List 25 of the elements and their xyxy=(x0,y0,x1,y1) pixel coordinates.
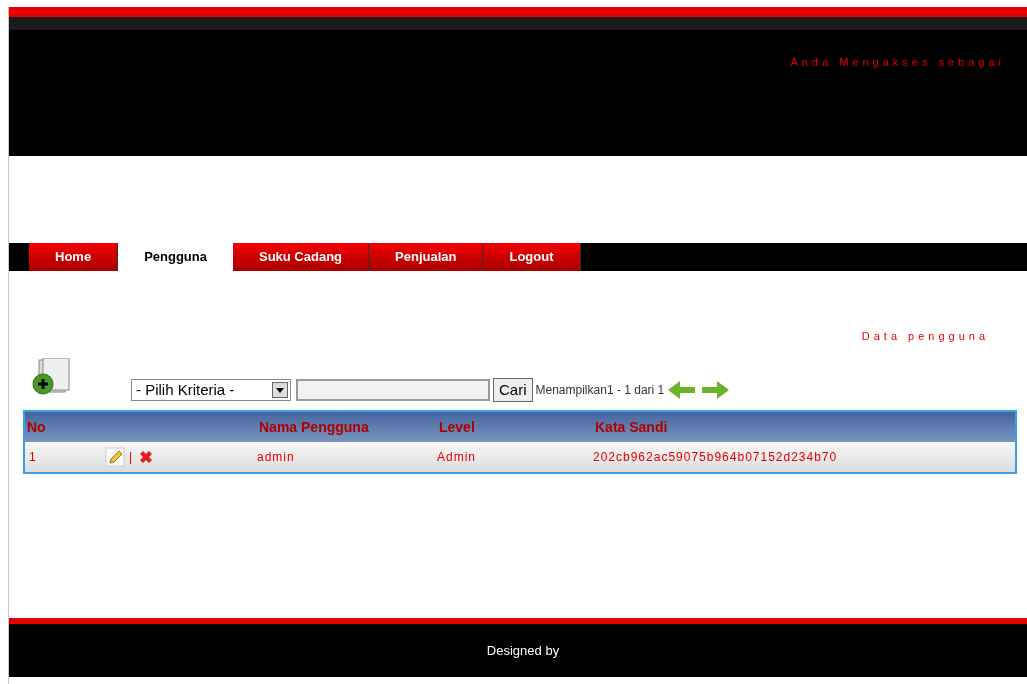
nav-tab[interactable]: Home xyxy=(29,243,119,271)
table-cell-text: admin xyxy=(257,449,296,466)
column-header: Level xyxy=(438,417,476,437)
footer-text: Designed by xyxy=(486,641,560,660)
next-arrow-icon[interactable] xyxy=(700,379,731,401)
nav-tab[interactable]: Suku Cadang xyxy=(232,243,370,271)
action-separator: | xyxy=(129,449,134,466)
table-cell-text: 202cb962ac59075b964b07152d234b70 xyxy=(593,449,839,466)
nav-tab[interactable]: Pengguna xyxy=(118,243,233,271)
nav-tab[interactable]: Logout xyxy=(483,243,581,271)
previous-arrow-icon[interactable] xyxy=(667,379,698,401)
criteria-dropdown[interactable]: - Pilih Kriteria - xyxy=(131,379,291,401)
column-header: No xyxy=(26,417,47,437)
column-header: Kata Sandi xyxy=(594,417,669,437)
page-title: Data pengguna xyxy=(861,329,989,344)
column-header: Nama Pengguna xyxy=(258,417,370,437)
edit-pencil-icon[interactable] xyxy=(105,447,125,467)
search-button[interactable]: Cari xyxy=(493,378,533,402)
add-document-icon[interactable] xyxy=(31,358,71,396)
table-cell-text: 1 xyxy=(28,449,38,466)
access-text: Anda Mengakses sebagai xyxy=(790,55,1005,70)
paging-text: Menampilkan1 - 1 dari 1 xyxy=(535,382,665,399)
table-cell-text: Admin xyxy=(437,449,477,466)
search-field[interactable] xyxy=(296,379,490,401)
nav-tab[interactable]: Penjualan xyxy=(369,243,484,271)
